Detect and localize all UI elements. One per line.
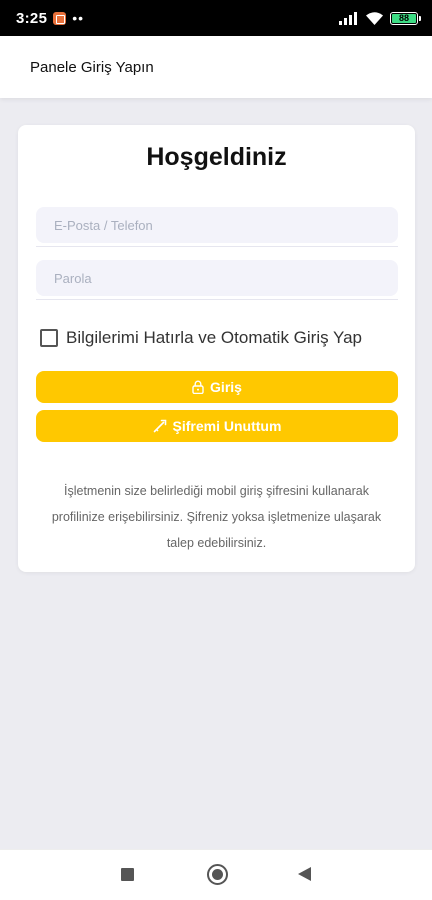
key-icon [153, 419, 166, 433]
more-notifications-icon: •• [72, 10, 85, 26]
remember-me-checkbox-row[interactable]: Bilgilerimi Hatırla ve Otomatik Giriş Ya… [40, 328, 362, 348]
status-left: 3:25 •• [16, 10, 84, 27]
email-divider [36, 246, 398, 247]
remember-me-checkbox[interactable] [40, 329, 58, 347]
status-time: 3:25 [16, 9, 48, 27]
notification-app-icon [53, 11, 67, 25]
signal-icon [339, 11, 357, 25]
system-nav-bar [0, 849, 432, 900]
wifi-icon [366, 11, 383, 25]
lock-icon [192, 380, 204, 394]
login-button[interactable]: Giriş [36, 371, 398, 403]
remember-me-label: Bilgilerimi Hatırla ve Otomatik Giriş Ya… [66, 328, 363, 347]
status-right: 88 [339, 11, 421, 25]
welcome-heading: Hoşgeldiniz [146, 143, 287, 171]
login-card: Hoşgeldiniz Bilgilerimi Hatırla ve Otoma… [18, 125, 415, 572]
battery-level: 88 [398, 13, 409, 23]
email-phone-input[interactable] [36, 207, 398, 243]
password-divider [36, 299, 398, 300]
info-text: İşletmenin size belirlediği mobil giriş … [51, 484, 382, 550]
status-bar: 3:25 •• 88 [0, 0, 432, 36]
back-icon[interactable] [298, 867, 311, 881]
password-input[interactable] [36, 260, 398, 296]
app-bar-title: Panele Giriş Yapın [30, 58, 154, 76]
forgot-password-label: Şifremi Unuttum [172, 418, 282, 434]
home-icon[interactable] [207, 864, 228, 885]
battery-icon: 88 [390, 11, 421, 25]
forgot-password-button[interactable]: Şifremi Unuttum [36, 410, 398, 442]
recent-apps-icon[interactable] [121, 868, 134, 881]
app-bar: Panele Giriş Yapın [0, 36, 432, 98]
login-button-label: Giriş [210, 379, 242, 395]
